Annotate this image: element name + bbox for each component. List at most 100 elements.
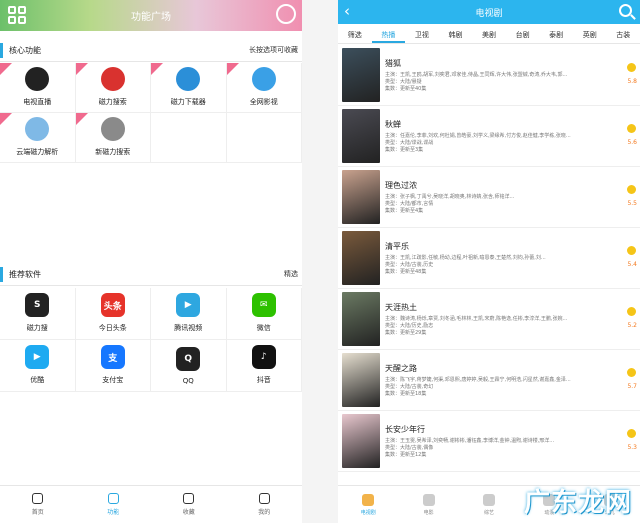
movie-icon bbox=[422, 493, 435, 506]
refresh-icon[interactable] bbox=[276, 4, 296, 24]
show-episodes: 集数：更新至3集 bbox=[385, 147, 424, 153]
show-cast: 主演：陈飞宇,蒋梦婕,何渠,邓恩熙,唐婷婷,吴毅,王霖宁,何明浩,闪星然,谢嘉鑫… bbox=[385, 377, 571, 383]
show-episodes: 集数：更新至4集 bbox=[385, 208, 424, 214]
core-tile[interactable]: 磁力搜索 bbox=[75, 63, 151, 113]
score-coin-icon bbox=[627, 246, 636, 255]
core-tile[interactable]: 电视直播 bbox=[0, 63, 76, 113]
nav-item-function[interactable]: 功能 bbox=[76, 486, 152, 523]
show-episodes: 集数：更新至12集 bbox=[385, 452, 427, 458]
show-row[interactable]: 猎狐主演：王凯,王鸥,胡军,刘奕君,邓家佳,侍晶,王同辉,许大伟,张盟铖,奇涛,… bbox=[338, 45, 640, 106]
recommend-section-title: 推荐软件 bbox=[9, 270, 41, 279]
nav-item-movie[interactable]: 电影 bbox=[398, 486, 458, 523]
core-section-header: 核心功能 长按选项可收藏 bbox=[0, 39, 302, 62]
category-tab[interactable]: 卫视 bbox=[405, 24, 439, 43]
nav-item-favorite[interactable]: 收藏 bbox=[151, 486, 227, 523]
core-tile[interactable]: 新磁力搜索 bbox=[75, 113, 151, 163]
recommend-app[interactable]: ♪ 抖音 bbox=[226, 340, 302, 392]
show-row[interactable]: 理色过浓 主演：张子枫,丁禹兮,吴晓洋,胡晓奥,林诗婧,张含,师铭洋... 类型：大… bbox=[338, 167, 640, 228]
show-title: 猎狐 bbox=[385, 59, 401, 68]
function-square-screen: 功能广场 核心功能 长按选项可收藏 电视直播 磁力搜索 磁力下载器 全网影视云端磁力解… bbox=[0, 0, 302, 523]
nav-label: 电视剧 bbox=[360, 509, 376, 516]
alipay-icon: 支 bbox=[100, 345, 125, 369]
show-cast: 主演：任嘉伦,李菲,刘欢,何杜娟,曾皓豪,刘学义,梁缘希,付方俊,赵佳健,李学栋… bbox=[385, 133, 571, 139]
app-label: 腾讯视频 bbox=[174, 324, 203, 332]
left-bottom-nav: 首页 功能 收藏 我的 bbox=[0, 485, 302, 523]
favorite-corner-badge bbox=[0, 63, 12, 75]
favorite-corner-badge bbox=[75, 63, 88, 75]
nav-item-profile[interactable]: 我的 bbox=[227, 486, 303, 523]
core-tile[interactable]: 云端磁力解析 bbox=[0, 113, 76, 163]
category-tab[interactable]: 热播 bbox=[371, 24, 406, 43]
show-score: 5.2 bbox=[627, 322, 637, 329]
poster-image bbox=[342, 353, 380, 407]
show-title: 理色过浓 bbox=[385, 181, 417, 190]
category-tab[interactable]: 筛选 bbox=[338, 24, 372, 43]
category-tab[interactable]: 台剧 bbox=[506, 24, 540, 43]
recommend-section-extra[interactable]: 精选 bbox=[284, 269, 298, 279]
tile-label: 磁力搜索 bbox=[98, 98, 127, 106]
right-header-title: 电视剧 bbox=[475, 9, 503, 19]
nav-label: 首页 bbox=[31, 509, 44, 516]
show-cast: 主演：王凯,王鸥,胡军,刘奕君,邓家佳,侍晶,王同辉,许大伟,张盟铖,奇涛,乔大… bbox=[385, 72, 568, 78]
tile-label: 新磁力搜索 bbox=[95, 148, 131, 156]
category-tab[interactable]: 美剧 bbox=[472, 24, 506, 43]
magnet-app-icon: S bbox=[25, 293, 50, 317]
tile-label: 磁力下载器 bbox=[170, 98, 206, 106]
recommend-app[interactable]: 支支付宝 bbox=[75, 340, 151, 392]
app-label: 微信 bbox=[256, 324, 271, 332]
nav-label: 电影 bbox=[423, 509, 434, 516]
nav-label: 综艺 bbox=[483, 509, 494, 516]
poster-image bbox=[342, 414, 380, 468]
tile-label: 全网影视 bbox=[249, 98, 278, 106]
show-cast: 主演：王凯,江疏影,任敏,杨幼,边程,叶祖新,喻恩泰,王楚然,刘钧,孙蕾,刘..… bbox=[385, 255, 546, 261]
show-score: 5.6 bbox=[627, 139, 637, 146]
recommend-app[interactable]: ▶ 腾讯视频 bbox=[151, 288, 227, 340]
douyin-icon: ♪ bbox=[251, 345, 276, 369]
show-row[interactable]: 秋蝉主演：任嘉伦,李菲,刘欢,何杜娟,曾皓豪,刘学义,梁缘希,付方俊,赵佳健,李… bbox=[338, 106, 640, 167]
core-tile[interactable]: 磁力下载器 bbox=[151, 63, 227, 113]
recommend-app[interactable]: ▶ 优酷 bbox=[0, 340, 76, 392]
show-row[interactable]: 清平乐 主演：王凯,江疏影,任敏,杨幼,边程,叶祖新,喻恩泰,王楚然,刘钧,孙蕾,… bbox=[338, 228, 640, 289]
nav-item-tv-series[interactable]: 电视剧 bbox=[338, 486, 398, 523]
nav-label: 收藏 bbox=[182, 509, 195, 516]
category-tab[interactable]: 古装 bbox=[607, 24, 640, 43]
show-type: 类型：大陆/历史,励志 bbox=[385, 323, 434, 329]
category-tab[interactable]: 韩剧 bbox=[439, 24, 473, 43]
nav-label: 功能 bbox=[107, 509, 120, 516]
show-type: 类型：大陆/古装,奇幻 bbox=[385, 384, 434, 390]
recommend-app[interactable]: Q QQ bbox=[151, 340, 227, 392]
show-type: 类型：大陆/悬疑 bbox=[385, 79, 422, 85]
nav-item-variety[interactable]: 综艺 bbox=[459, 486, 519, 523]
recommend-app[interactable]: 头条 今日头条 bbox=[75, 288, 151, 340]
left-header-title: 功能广场 bbox=[131, 12, 171, 23]
show-cast: 主演：张子枫,丁禹兮,吴晓洋,胡晓奥,林诗婧,张含,师铭洋... bbox=[385, 194, 515, 200]
poster-image bbox=[342, 170, 380, 224]
show-score: 5.5 bbox=[627, 200, 637, 207]
app-label: 磁力搜 bbox=[26, 324, 48, 332]
show-title: 秋蝉 bbox=[385, 120, 401, 129]
search-icon[interactable] bbox=[619, 4, 632, 17]
panel-gap bbox=[302, 0, 338, 523]
show-episodes: 集数：更新至48集 bbox=[385, 269, 427, 275]
score-coin-icon bbox=[627, 429, 636, 438]
cloud-icon bbox=[25, 117, 50, 141]
score-coin-icon bbox=[627, 124, 636, 133]
nav-item-home[interactable]: 首页 bbox=[0, 486, 76, 523]
youku-icon: ▶ bbox=[25, 345, 50, 369]
show-row[interactable]: 天醒之路 主演：陈飞宇,蒋梦婕,何渠,邓恩熙,唐婷婷,吴毅,王霖宁,何明浩,闪星然… bbox=[338, 350, 640, 411]
favorite-icon bbox=[183, 493, 195, 504]
category-tab[interactable]: 泰剧 bbox=[539, 24, 573, 43]
show-cast: 主演：魏诗涛,杨烁,章贾,刘冬涵,毛林林,王凯,宋蔚,陈艳逸,任彬,李淳洋,王鹏… bbox=[385, 316, 568, 322]
tv-series-icon bbox=[362, 493, 375, 506]
category-tab[interactable]: 英剧 bbox=[573, 24, 607, 43]
show-score: 5.8 bbox=[627, 78, 637, 85]
show-row[interactable]: 长安少年行 主演：王玉雯,吴希泽,刘奕畅,谢彬彬,潘钰鑫,李博洋,金钟,温煦,谢诗… bbox=[338, 411, 640, 472]
app-label: 今日头条 bbox=[98, 324, 127, 332]
show-row[interactable]: 天涯热土 主演：魏诗涛,杨烁,章贾,刘冬涵,毛林林,王凯,宋蔚,陈艳逸,任彬,李淳… bbox=[338, 289, 640, 350]
recommend-app[interactable]: ✉ 微信 bbox=[226, 288, 302, 340]
core-section-title: 核心功能 bbox=[9, 46, 41, 55]
recommend-app[interactable]: S 磁力搜 bbox=[0, 288, 76, 340]
core-tile[interactable]: 全网影视 bbox=[226, 63, 302, 113]
score-coin-icon bbox=[627, 368, 636, 377]
poster-image bbox=[342, 292, 380, 346]
